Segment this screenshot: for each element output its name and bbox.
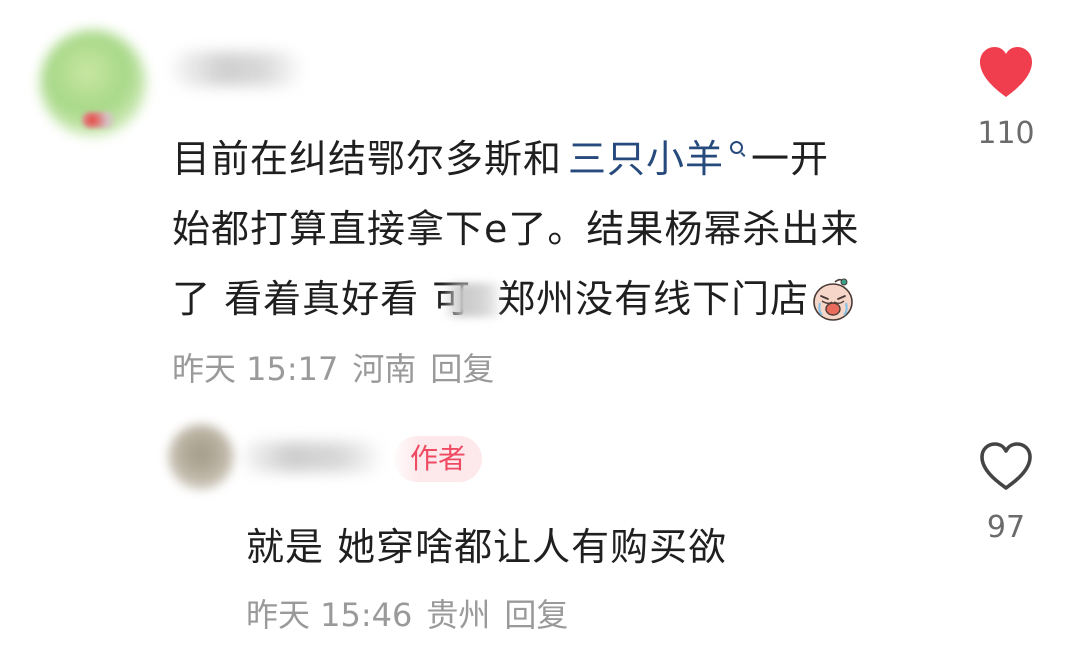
like-count: 110 — [977, 116, 1035, 151]
like-count: 97 — [986, 510, 1026, 545]
heart-filled-icon[interactable] — [976, 44, 1036, 100]
comment-text: 目前在纠结鄂尔多斯和 三只小羊 一开 始都打算直接拿下e了。结果杨幂杀出来 了 看着… — [172, 124, 932, 334]
topic-link-label[interactable]: 三只小羊 — [568, 137, 724, 181]
reply-text: 就是 她穿啥都让人有购买欲 — [246, 525, 728, 569]
author-badge: 作者 — [394, 436, 483, 482]
crying-face-emoji — [813, 278, 853, 321]
reply-button[interactable]: 回复 — [430, 350, 494, 388]
comment-text-segment: 了 看着真好看 可 — [172, 277, 472, 321]
comment-line-2: 始都打算直接拿下e了。结果杨幂杀出来 — [172, 194, 932, 264]
comment-meta: 昨天 15:17 河南 回复 — [172, 344, 508, 390]
comment-text-segment: 始都打算直接拿下e了。结果杨幂杀出来 — [172, 207, 860, 251]
comment-text-segment: 一开 — [751, 137, 830, 181]
comment-time: 昨天 15:17 — [172, 350, 339, 388]
reply-meta: 昨天 15:46 贵州 回复 — [246, 590, 582, 636]
blurred-text — [445, 283, 502, 317]
reply-location: 贵州 — [426, 596, 491, 634]
comment-line-1: 目前在纠结鄂尔多斯和 三只小羊 一开 — [172, 124, 932, 194]
username-blurred[interactable] — [172, 52, 302, 86]
avatar[interactable] — [168, 424, 234, 490]
reply-time: 昨天 15:46 — [246, 596, 413, 634]
topic-link[interactable]: 三只小羊 — [568, 137, 744, 181]
avatar-decoration — [82, 112, 116, 128]
comment-text-segment: 目前在纠结鄂尔多斯和 — [172, 137, 563, 181]
username-blurred[interactable] — [242, 442, 382, 472]
search-icon — [730, 141, 744, 154]
reply-button[interactable]: 回复 — [504, 596, 568, 634]
comment-location: 河南 — [352, 350, 417, 388]
comment-text-segment: 郑州没有线下门店 — [497, 277, 810, 321]
heart-outline-icon[interactable] — [978, 440, 1034, 492]
comment-line-3: 了 看着真好看 可郑州没有线下门店 — [172, 264, 932, 334]
